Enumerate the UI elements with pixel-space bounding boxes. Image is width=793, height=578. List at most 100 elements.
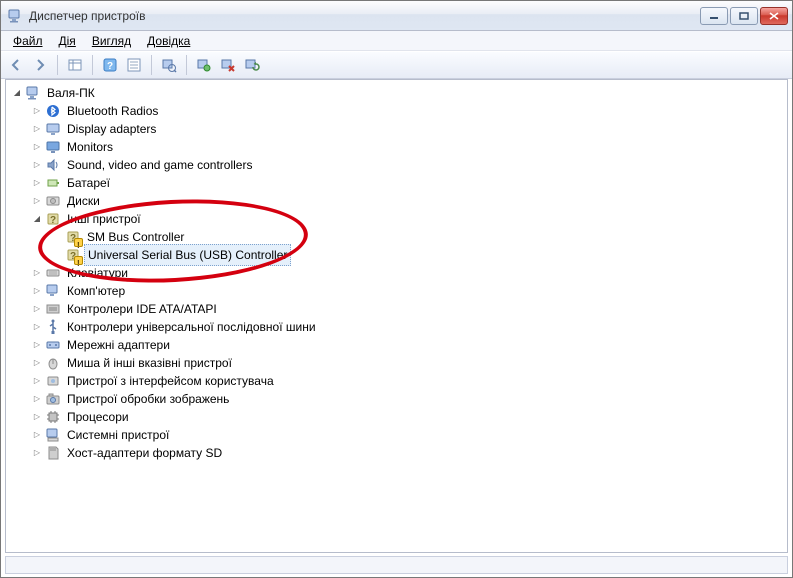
- toolbar-separator: [186, 55, 187, 75]
- tree-category[interactable]: Пристрої обробки зображень: [8, 390, 787, 408]
- tree-category[interactable]: Monitors: [8, 138, 787, 156]
- expand-icon[interactable]: [30, 320, 44, 334]
- scan-button[interactable]: [158, 54, 180, 76]
- tree-category[interactable]: Контролери універсальної послідовної шин…: [8, 318, 787, 336]
- menu-action[interactable]: Дія: [51, 32, 84, 50]
- window-title: Диспетчер пристроїв: [29, 9, 700, 23]
- imaging-icon: [45, 391, 61, 407]
- toolbar-separator: [92, 55, 93, 75]
- device-tree[interactable]: Валя-ПКBluetooth RadiosDisplay adaptersM…: [6, 80, 787, 466]
- display-icon: [45, 121, 61, 137]
- tree-category[interactable]: Мережні адаптери: [8, 336, 787, 354]
- expand-icon[interactable]: [30, 104, 44, 118]
- menu-help[interactable]: Довідка: [139, 32, 198, 50]
- uninstall-button[interactable]: [217, 54, 239, 76]
- menu-bar: Файл Дія Вигляд Довідка: [1, 31, 792, 51]
- back-button[interactable]: [5, 54, 27, 76]
- tree-root[interactable]: Валя-ПК: [8, 84, 787, 102]
- sd-icon: [45, 445, 61, 461]
- help-button[interactable]: ?: [99, 54, 121, 76]
- collapse-icon[interactable]: [30, 212, 44, 226]
- hid-icon: [45, 373, 61, 389]
- status-bar: [5, 556, 788, 574]
- tree-item-label: Процесори: [64, 407, 132, 427]
- tree-category[interactable]: ? Інші пристрої: [8, 210, 787, 228]
- tree-item-label: Диски: [64, 191, 103, 211]
- expand-icon[interactable]: [30, 266, 44, 280]
- view-mode-button[interactable]: [64, 54, 86, 76]
- expand-icon[interactable]: [30, 158, 44, 172]
- tree-item-label: Батареї: [64, 173, 113, 193]
- battery-icon: [45, 175, 61, 191]
- expand-icon[interactable]: [30, 356, 44, 370]
- warning-badge-icon: [74, 256, 83, 265]
- svg-text:?: ?: [50, 215, 56, 226]
- expand-icon[interactable]: [30, 374, 44, 388]
- cpu-icon: [45, 409, 61, 425]
- maximize-button[interactable]: [730, 7, 758, 25]
- warning-badge-icon: [74, 238, 83, 247]
- usb-icon: [45, 319, 61, 335]
- enable-button[interactable]: [193, 54, 215, 76]
- tree-category[interactable]: Батареї: [8, 174, 787, 192]
- tree-category[interactable]: Bluetooth Radios: [8, 102, 787, 120]
- menu-file[interactable]: Файл: [5, 32, 51, 50]
- expand-icon[interactable]: [30, 284, 44, 298]
- sound-icon: [45, 157, 61, 173]
- tree-item-label: Комп'ютер: [64, 281, 128, 301]
- svg-text:?: ?: [107, 61, 113, 72]
- toolbar: ?: [1, 51, 792, 79]
- tree-pane: Валя-ПКBluetooth RadiosDisplay adaptersM…: [5, 79, 788, 553]
- expand-icon[interactable]: [30, 392, 44, 406]
- tree-item-label: Валя-ПК: [44, 83, 98, 103]
- expander-none: [50, 230, 64, 244]
- computer-icon: [45, 283, 61, 299]
- tree-category[interactable]: Диски: [8, 192, 787, 210]
- tree-category[interactable]: Системні пристрої: [8, 426, 787, 444]
- tree-category[interactable]: Клавіатури: [8, 264, 787, 282]
- collapse-icon[interactable]: [10, 86, 24, 100]
- tree-category[interactable]: Комп'ютер: [8, 282, 787, 300]
- menu-view[interactable]: Вигляд: [84, 32, 139, 50]
- tree-category[interactable]: Миша й інші вказівні пристрої: [8, 354, 787, 372]
- minimize-button[interactable]: [700, 7, 728, 25]
- tree-item-label: Display adapters: [64, 119, 159, 139]
- tree-category[interactable]: Display adapters: [8, 120, 787, 138]
- tree-item-label: Миша й інші вказівні пристрої: [64, 353, 235, 373]
- close-button[interactable]: [760, 7, 788, 25]
- tree-category[interactable]: Sound, video and game controllers: [8, 156, 787, 174]
- forward-button[interactable]: [29, 54, 51, 76]
- mouse-icon: [45, 355, 61, 371]
- expand-icon[interactable]: [30, 338, 44, 352]
- expand-icon[interactable]: [30, 428, 44, 442]
- toolbar-separator: [151, 55, 152, 75]
- title-bar: Диспетчер пристроїв: [1, 1, 792, 31]
- disk-icon: [45, 193, 61, 209]
- expand-icon[interactable]: [30, 194, 44, 208]
- expand-icon[interactable]: [30, 302, 44, 316]
- tree-category[interactable]: Пристрої з інтерфейсом користувача: [8, 372, 787, 390]
- expand-icon[interactable]: [30, 140, 44, 154]
- system-icon: [45, 427, 61, 443]
- tree-category[interactable]: Процесори: [8, 408, 787, 426]
- expand-icon[interactable]: [30, 410, 44, 424]
- tree-item-label: Контролери IDE ATA/ATAPI: [64, 299, 220, 319]
- toolbar-separator: [57, 55, 58, 75]
- expand-icon[interactable]: [30, 446, 44, 460]
- keyboard-icon: [45, 265, 61, 281]
- monitor-icon: [45, 139, 61, 155]
- tree-category[interactable]: Контролери IDE ATA/ATAPI: [8, 300, 787, 318]
- child-other-icon: ?: [65, 247, 81, 263]
- properties-button[interactable]: [123, 54, 145, 76]
- update-driver-button[interactable]: [241, 54, 263, 76]
- expand-icon[interactable]: [30, 176, 44, 190]
- tree-item-label: Клавіатури: [64, 263, 131, 283]
- tree-category[interactable]: Хост-адаптери формату SD: [8, 444, 787, 462]
- expand-icon[interactable]: [30, 122, 44, 136]
- child-other-icon: ?: [65, 229, 81, 245]
- tree-item-label: Мережні адаптери: [64, 335, 173, 355]
- window-controls: [700, 7, 788, 25]
- tree-item-label: Інші пристрої: [64, 209, 144, 229]
- tree-item-label: Пристрої з інтерфейсом користувача: [64, 371, 277, 391]
- tree-device[interactable]: ?Universal Serial Bus (USB) Controller: [8, 246, 787, 264]
